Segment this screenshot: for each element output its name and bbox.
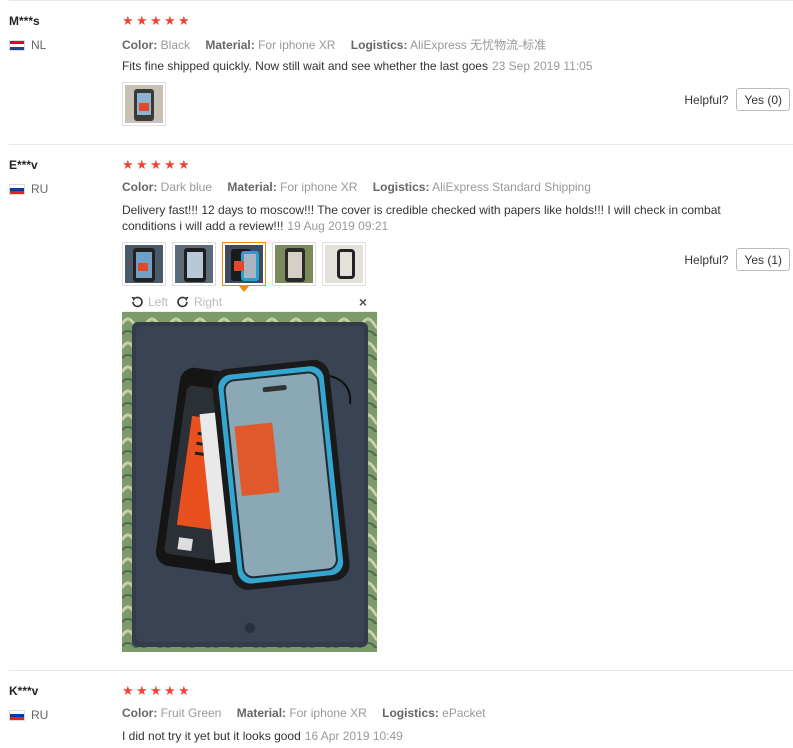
color-label: Color: — [122, 706, 158, 720]
star-icon: ★ — [150, 683, 162, 698]
close-viewer-button[interactable]: × — [359, 294, 367, 310]
order-attributes: Color: Dark blue Material: For iphone XR… — [122, 180, 603, 194]
logistics-value: AliExpress Standard Shipping — [432, 180, 591, 194]
photo-thumbnails — [122, 82, 166, 126]
helpful-label: Helpful? — [684, 252, 729, 267]
color-label: Color: — [122, 38, 158, 52]
star-icon: ★ — [136, 13, 148, 28]
review-text: Fits fine shipped quickly. Now still wai… — [122, 58, 762, 74]
color-value: Black — [160, 38, 191, 52]
star-icon: ★ — [164, 683, 176, 698]
material-value: For iphone XR — [280, 180, 358, 194]
star-icon: ★ — [150, 13, 162, 28]
image-viewer-toolbar: Left Right × — [122, 292, 377, 312]
star-rating: ★ ★ ★ ★ ★ — [122, 157, 190, 172]
review-text: I did not try it yet but it looks good 16… — [122, 728, 762, 744]
photo-thumbnail[interactable] — [172, 242, 216, 286]
star-icon: ★ — [136, 157, 148, 172]
review-date: 23 Sep 2019 11:05 — [491, 59, 593, 73]
material-label: Material: — [205, 38, 255, 52]
helpful-label: Helpful? — [684, 92, 729, 107]
feedback-content: I did not try it yet but it looks good — [122, 729, 301, 743]
country-code: NL — [31, 38, 47, 52]
photo-thumbnail-selected[interactable] — [222, 242, 266, 292]
star-icon: ★ — [122, 157, 134, 172]
star-icon: ★ — [178, 683, 190, 698]
photo-thumbnail[interactable] — [322, 242, 366, 286]
reviewer-country: RU — [9, 182, 48, 196]
netherlands-flag-icon — [9, 39, 25, 51]
star-icon: ★ — [178, 157, 190, 172]
star-icon: ★ — [164, 157, 176, 172]
feedback-content: Delivery fast!!! 12 days to moscow!!! Th… — [122, 203, 721, 233]
order-attributes: Color: Fruit Green Material: For iphone … — [122, 706, 498, 720]
reviewer-name: E***v — [9, 158, 38, 172]
photo-thumbnail[interactable] — [122, 242, 166, 286]
feedback-content: Fits fine shipped quickly. Now still wai… — [122, 59, 488, 73]
review-text: Delivery fast!!! 12 days to moscow!!! Th… — [122, 202, 762, 234]
logistics-label: Logistics: — [372, 180, 430, 194]
rotate-right-button[interactable]: Right — [176, 295, 222, 309]
star-rating: ★ ★ ★ ★ ★ — [122, 13, 190, 28]
country-code: RU — [31, 708, 49, 722]
color-value: Fruit Green — [160, 706, 222, 720]
order-attributes: Color: Black Material: For iphone XR Log… — [122, 36, 558, 53]
russia-flag-icon — [9, 183, 25, 195]
material-label: Material: — [236, 706, 287, 720]
logistics-label: Logistics: — [350, 38, 408, 52]
star-icon: ★ — [178, 13, 190, 28]
material-label: Material: — [227, 180, 277, 194]
review-date: 16 Apr 2019 10:49 — [304, 729, 403, 743]
star-icon: ★ — [122, 683, 134, 698]
enlarged-review-photo — [122, 312, 377, 652]
material-value: For iphone XR — [289, 706, 367, 720]
color-label: Color: — [122, 180, 158, 194]
helpful-voting: Helpful? Yes (0) — [684, 88, 790, 111]
helpful-yes-button[interactable]: Yes (0) — [736, 88, 790, 111]
logistics-value: ePacket — [442, 706, 486, 720]
reviewer-country: RU — [9, 708, 48, 722]
reviewer-name: K***v — [9, 684, 39, 698]
star-icon: ★ — [122, 13, 134, 28]
rotate-right-icon — [177, 296, 189, 307]
review-separator — [9, 0, 793, 1]
photo-thumbnail[interactable] — [122, 82, 166, 126]
review-date: 19 Aug 2019 09:21 — [287, 219, 389, 233]
photo-thumbnails — [122, 242, 366, 292]
rotate-left-icon — [131, 296, 143, 307]
country-code: RU — [31, 182, 49, 196]
photo-thumbnail[interactable] — [272, 242, 316, 286]
star-icon: ★ — [136, 683, 148, 698]
star-rating: ★ ★ ★ ★ ★ — [122, 683, 190, 698]
rotate-left-button[interactable]: Left — [130, 295, 168, 309]
color-value: Dark blue — [160, 180, 213, 194]
reviewer-name: M***s — [9, 14, 40, 28]
helpful-voting: Helpful? Yes (1) — [684, 248, 790, 271]
helpful-yes-button[interactable]: Yes (1) — [736, 248, 790, 271]
star-icon: ★ — [150, 157, 162, 172]
reviewer-country: NL — [9, 38, 46, 52]
rotate-left-label: Left — [148, 294, 169, 309]
material-value: For iphone XR — [258, 38, 336, 52]
rotate-right-label: Right — [194, 294, 223, 309]
russia-flag-icon — [9, 709, 25, 721]
logistics-label: Logistics: — [382, 706, 439, 720]
star-icon: ★ — [164, 13, 176, 28]
review-separator — [9, 144, 793, 145]
review-photo-image — [122, 312, 377, 652]
logistics-value: AliExpress 无忧物流-标准 — [410, 38, 547, 52]
review-separator — [9, 670, 793, 671]
